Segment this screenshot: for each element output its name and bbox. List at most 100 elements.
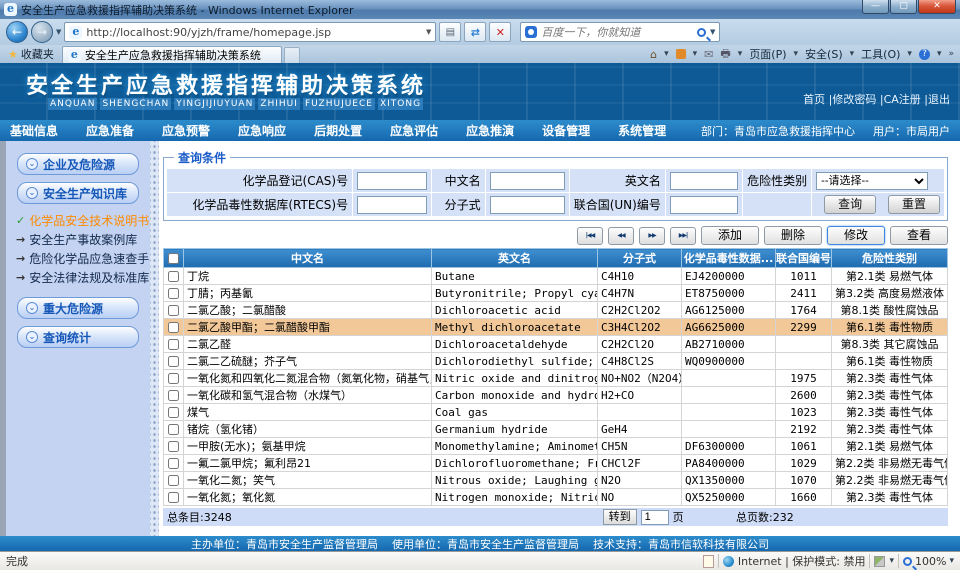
row-checkbox[interactable]	[168, 424, 179, 435]
row-checkbox[interactable]	[168, 390, 179, 401]
row-checkbox[interactable]	[168, 339, 179, 350]
table-row[interactable]: 一氟二氯甲烷；氟利昂21Dichlorofluoromethane; Freon…	[164, 455, 948, 472]
zoom-dropdown-icon[interactable]: ▾	[949, 556, 954, 566]
col-header-formula[interactable]: 分子式	[598, 249, 682, 268]
search-box[interactable]: 百度一下，你就知道 ▼	[520, 22, 720, 42]
forward-button[interactable]: →	[31, 21, 53, 43]
back-button[interactable]: ←	[6, 21, 28, 43]
rtecs-input[interactable]	[357, 196, 427, 214]
maximize-button[interactable]: ▢	[890, 0, 917, 14]
add-button[interactable]: 添加	[701, 226, 759, 245]
nav-item-1[interactable]: 应急准备	[86, 122, 134, 139]
col-header-cn[interactable]: 中文名	[184, 249, 432, 268]
favorites-button[interactable]: ★ 收藏夹	[0, 45, 62, 63]
hazard-select[interactable]: --请选择--	[816, 172, 928, 190]
sidebar-section-3[interactable]: ⌄查询统计	[17, 326, 139, 348]
zoom-icon[interactable]	[903, 557, 912, 566]
table-row[interactable]: 二氯乙醛DichloroacetaldehydeC2H2Cl2OAB271000…	[164, 336, 948, 353]
view-button[interactable]: 查看	[890, 226, 948, 245]
row-checkbox[interactable]	[168, 356, 179, 367]
row-checkbox[interactable]	[168, 407, 179, 418]
en-input[interactable]	[670, 172, 738, 190]
menu-tools-dropdown-icon[interactable]: ▾	[907, 49, 912, 59]
table-row[interactable]: 一氧化氮；氧化氮Nitrogen monoxide; Nitric oxideN…	[164, 489, 948, 506]
prev-page-button[interactable]: ◀◀	[608, 227, 634, 245]
nav-item-8[interactable]: 系统管理	[618, 122, 666, 139]
last-page-button[interactable]: ▶▶|	[670, 227, 696, 245]
sidebar-section-1[interactable]: ⌄安全生产知识库	[17, 182, 139, 204]
sidebar-section-0[interactable]: ⌄企业及危险源	[17, 153, 139, 175]
header-link-0[interactable]: 首页	[803, 93, 825, 106]
home-icon[interactable]: ⌂	[650, 48, 657, 61]
formula-input[interactable]	[490, 196, 565, 214]
table-row[interactable]: 一氧化碳和氢气混合物（水煤气）Carbon monoxide and hydro…	[164, 387, 948, 404]
tab-active[interactable]: e 安全生产应急救援指挥辅助决策系统	[62, 46, 282, 63]
row-checkbox[interactable]	[168, 288, 179, 299]
filter-dropdown-icon[interactable]: ▾	[889, 556, 894, 566]
filter-icon[interactable]	[874, 556, 885, 567]
mail-icon[interactable]: ✉	[704, 48, 713, 61]
home-dropdown-icon[interactable]: ▾	[664, 49, 669, 59]
document-mode-icon[interactable]	[703, 555, 714, 568]
row-checkbox[interactable]	[168, 305, 179, 316]
address-field[interactable]: e http://localhost:90/yjzh/frame/homepag…	[64, 22, 436, 42]
nav-item-4[interactable]: 后期处置	[314, 122, 362, 139]
table-row[interactable]: 二氯二乙硫醚；芥子气Dichlorodiethyl sulfide; Musta…	[164, 353, 948, 370]
search-button[interactable]: 查询	[824, 195, 876, 214]
col-header-hazard[interactable]: 危险性类别	[832, 249, 948, 268]
help-icon[interactable]: ?	[919, 49, 930, 60]
row-checkbox[interactable]	[168, 322, 179, 333]
table-row[interactable]: 一氧化二氮；笑气Nitrous oxide; Laughing gasN2OQX…	[164, 472, 948, 489]
row-checkbox[interactable]	[168, 373, 179, 384]
select-all-checkbox[interactable]	[168, 253, 179, 264]
page-number-input[interactable]	[641, 510, 669, 525]
nav-item-5[interactable]: 应急评估	[390, 122, 438, 139]
sidebar-splitter[interactable]	[150, 141, 159, 536]
menu-page-dropdown-icon[interactable]: ▾	[794, 49, 799, 59]
overflow-chevron-icon[interactable]: »	[948, 49, 954, 59]
zoom-level[interactable]: 100%	[915, 555, 946, 568]
nav-item-2[interactable]: 应急预警	[162, 122, 210, 139]
stop-button[interactable]: ✕	[489, 22, 511, 42]
delete-button[interactable]: 删除	[764, 226, 822, 245]
table-row[interactable]: 丁腈；丙基氰Butyronitrile; Propyl cyanideC4H7N…	[164, 285, 948, 302]
sidebar-item-1-2[interactable]: →危险化学品应急速查手...	[16, 249, 150, 268]
row-checkbox[interactable]	[168, 492, 179, 503]
nav-item-6[interactable]: 应急推演	[466, 122, 514, 139]
close-button[interactable]: ✕	[918, 0, 956, 14]
nav-item-0[interactable]: 基础信息	[10, 122, 58, 139]
col-header-rtecs[interactable]: 化学品毒性数据...	[682, 249, 776, 268]
sidebar-section-2[interactable]: ⌄重大危险源	[17, 297, 139, 319]
sidebar-item-1-0[interactable]: ✓化学品安全技术说明书	[16, 211, 150, 230]
modify-button[interactable]: 修改	[827, 226, 885, 245]
new-tab-button[interactable]	[284, 47, 300, 63]
print-icon[interactable]: 🖶	[720, 45, 730, 64]
next-page-button[interactable]: ▶▶	[639, 227, 665, 245]
cn-input[interactable]	[490, 172, 565, 190]
table-row[interactable]: 煤气Coal gas1023第2.3类 毒性气体	[164, 404, 948, 421]
header-link-2[interactable]: CA注册	[884, 93, 921, 106]
menu-tools[interactable]: 工具(O)	[861, 46, 900, 62]
row-checkbox[interactable]	[168, 271, 179, 282]
history-dropdown-icon[interactable]: ▼	[56, 28, 61, 36]
nav-item-7[interactable]: 设备管理	[542, 122, 590, 139]
feed-dropdown-icon[interactable]: ▾	[693, 49, 698, 59]
feed-icon[interactable]	[676, 49, 686, 59]
search-dropdown-icon[interactable]: ▼	[710, 28, 715, 36]
col-header-en[interactable]: 英文名	[432, 249, 598, 268]
nav-item-3[interactable]: 应急响应	[238, 122, 286, 139]
table-row[interactable]: 锗烷（氢化锗）Germanium hydrideGeH42192第2.3类 毒性…	[164, 421, 948, 438]
help-dropdown-icon[interactable]: ▾	[937, 49, 942, 59]
row-checkbox[interactable]	[168, 458, 179, 469]
col-header-un[interactable]: 联合国编号	[776, 249, 832, 268]
sidebar-item-1-1[interactable]: →安全生产事故案例库	[16, 230, 150, 249]
sidebar-item-1-3[interactable]: →安全法律法规及标准库	[16, 268, 150, 287]
menu-safety[interactable]: 安全(S)	[805, 46, 843, 62]
goto-button[interactable]: 转到	[603, 509, 637, 525]
table-row[interactable]: 二氯乙酸；二氯醋酸Dichloroacetic acidC2H2Cl2O2AG6…	[164, 302, 948, 319]
table-row[interactable]: 一甲胺(无水)；氨基甲烷Monomethylamine; Aminomethan…	[164, 438, 948, 455]
menu-safety-dropdown-icon[interactable]: ▾	[850, 49, 855, 59]
cas-input[interactable]	[357, 172, 427, 190]
header-link-1[interactable]: 修改密码	[832, 93, 876, 106]
compatibility-view-button[interactable]: ▤	[439, 22, 461, 42]
